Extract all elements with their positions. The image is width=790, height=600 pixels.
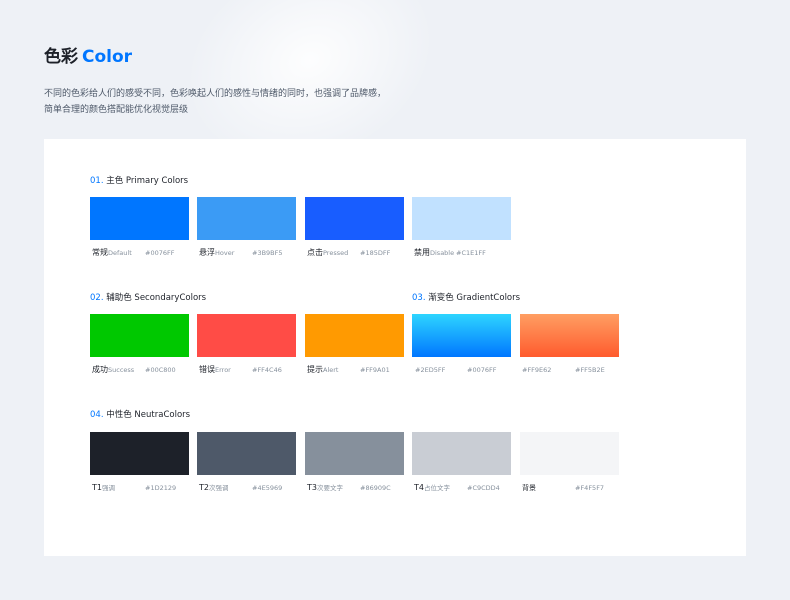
swatch-primary-default <box>90 197 189 240</box>
section-title-gradient: 03. 渐变色 GradientColors <box>412 292 520 304</box>
label-sub: 次强调 <box>208 484 229 492</box>
label-text: T1 <box>92 483 102 492</box>
swatch-neutral-t2 <box>197 432 296 475</box>
label-text: 成功 <box>92 365 108 374</box>
hex-neutral-t4: #C9CDD4 <box>467 484 500 492</box>
swatch-neutral-t1 <box>90 432 189 475</box>
label-sub: 次要文字 <box>316 484 343 492</box>
section-number: 03. <box>412 293 426 303</box>
hex-primary-hover: #3B9BF5 <box>252 249 283 257</box>
label-text: 提示 <box>307 365 323 374</box>
page-title: 色彩 Color <box>44 44 132 70</box>
title-zh: 色彩 <box>44 47 78 67</box>
swatch-primary-hover <box>197 197 296 240</box>
label-primary-disable: 禁用Disable <box>414 247 454 259</box>
hex-neutral-background: #F4F5F7 <box>575 484 605 492</box>
label-sub: 强调 <box>101 484 115 492</box>
hex-gradient-orange-to: #FF5B2E <box>575 366 605 374</box>
label-sub: Pressed <box>323 249 349 257</box>
swatch-primary-pressed <box>305 197 404 240</box>
swatch-neutral-background <box>520 432 619 475</box>
section-title-primary: 01. 主色 Primary Colors <box>90 175 188 187</box>
hex-primary-disable: #C1E1FF <box>456 249 486 257</box>
hex-secondary-success: #00C800 <box>145 366 176 374</box>
swatch-secondary-error <box>197 314 296 357</box>
label-secondary-error: 错误Error <box>199 364 231 376</box>
color-palette-card: 01. 主色 Primary Colors 常规Default #0076FF … <box>44 139 746 556</box>
label-sub: Hover <box>215 249 235 257</box>
hex-secondary-error: #FF4C46 <box>252 366 282 374</box>
label-neutral-t3: T3次要文字 <box>307 482 343 494</box>
label-sub: Alert <box>323 366 339 374</box>
label-primary-hover: 悬浮Hover <box>199 247 234 259</box>
label-sub: Success <box>108 366 135 374</box>
label-text: 禁用 <box>414 248 430 257</box>
label-secondary-alert: 提示Alert <box>307 364 338 376</box>
label-sub: Disable <box>430 249 455 257</box>
hex-neutral-t1: #1D2129 <box>145 484 177 492</box>
section-title-text: 渐变色 GradientColors <box>428 293 521 303</box>
hex-neutral-t2: #4E5969 <box>252 484 283 492</box>
label-text: T4 <box>414 483 424 492</box>
hex-primary-default: #0076FF <box>145 249 175 257</box>
hex-gradient-blue-from: #2ED5FF <box>415 366 446 374</box>
label-neutral-background: 背景 <box>522 482 536 494</box>
label-neutral-t1: T1强调 <box>92 482 115 494</box>
hex-gradient-blue-to: #0076FF <box>467 366 497 374</box>
label-primary-pressed: 点击Pressed <box>307 247 348 259</box>
label-sub: Error <box>215 366 231 374</box>
hex-primary-pressed: #185DFF <box>360 249 391 257</box>
section-number: 01. <box>90 176 104 186</box>
label-text: T2 <box>199 483 209 492</box>
hex-gradient-orange-from: #FF9E62 <box>522 366 552 374</box>
label-text: 悬浮 <box>199 248 215 257</box>
label-sub: 占位文字 <box>423 484 450 492</box>
label-text: 常规 <box>92 248 108 257</box>
swatch-secondary-alert <box>305 314 404 357</box>
section-number: 02. <box>90 293 104 303</box>
section-number: 04. <box>90 410 104 420</box>
swatch-secondary-success <box>90 314 189 357</box>
label-neutral-t2: T2次强调 <box>199 482 228 494</box>
swatch-primary-disable <box>412 197 511 240</box>
section-title-text: 辅助色 SecondaryColors <box>106 293 207 303</box>
swatch-gradient-orange <box>520 314 619 357</box>
section-title-secondary: 02. 辅助色 SecondaryColors <box>90 292 206 304</box>
swatch-neutral-t4 <box>412 432 511 475</box>
section-title-text: 主色 Primary Colors <box>106 176 189 186</box>
hex-neutral-t3: #86909C <box>360 484 391 492</box>
label-primary-default: 常规Default <box>92 247 132 259</box>
label-text: T3 <box>307 483 317 492</box>
label-sub: 背景 <box>522 484 536 492</box>
section-title-neutral: 04. 中性色 NeutraColors <box>90 409 190 421</box>
label-sub: Default <box>108 249 132 257</box>
label-secondary-success: 成功Success <box>92 364 134 376</box>
swatch-gradient-blue <box>412 314 511 357</box>
label-text: 点击 <box>307 248 323 257</box>
swatch-neutral-t3 <box>305 432 404 475</box>
title-en: Color <box>82 47 133 67</box>
hex-secondary-alert: #FF9A01 <box>360 366 390 374</box>
label-text: 错误 <box>199 365 215 374</box>
page-description: 不同的色彩给人们的感受不同，色彩唤起人们的感性与情绪的同时，也强调了品牌感，简单… <box>44 89 387 115</box>
label-neutral-t4: T4占位文字 <box>414 482 450 494</box>
section-title-text: 中性色 NeutraColors <box>106 410 191 420</box>
